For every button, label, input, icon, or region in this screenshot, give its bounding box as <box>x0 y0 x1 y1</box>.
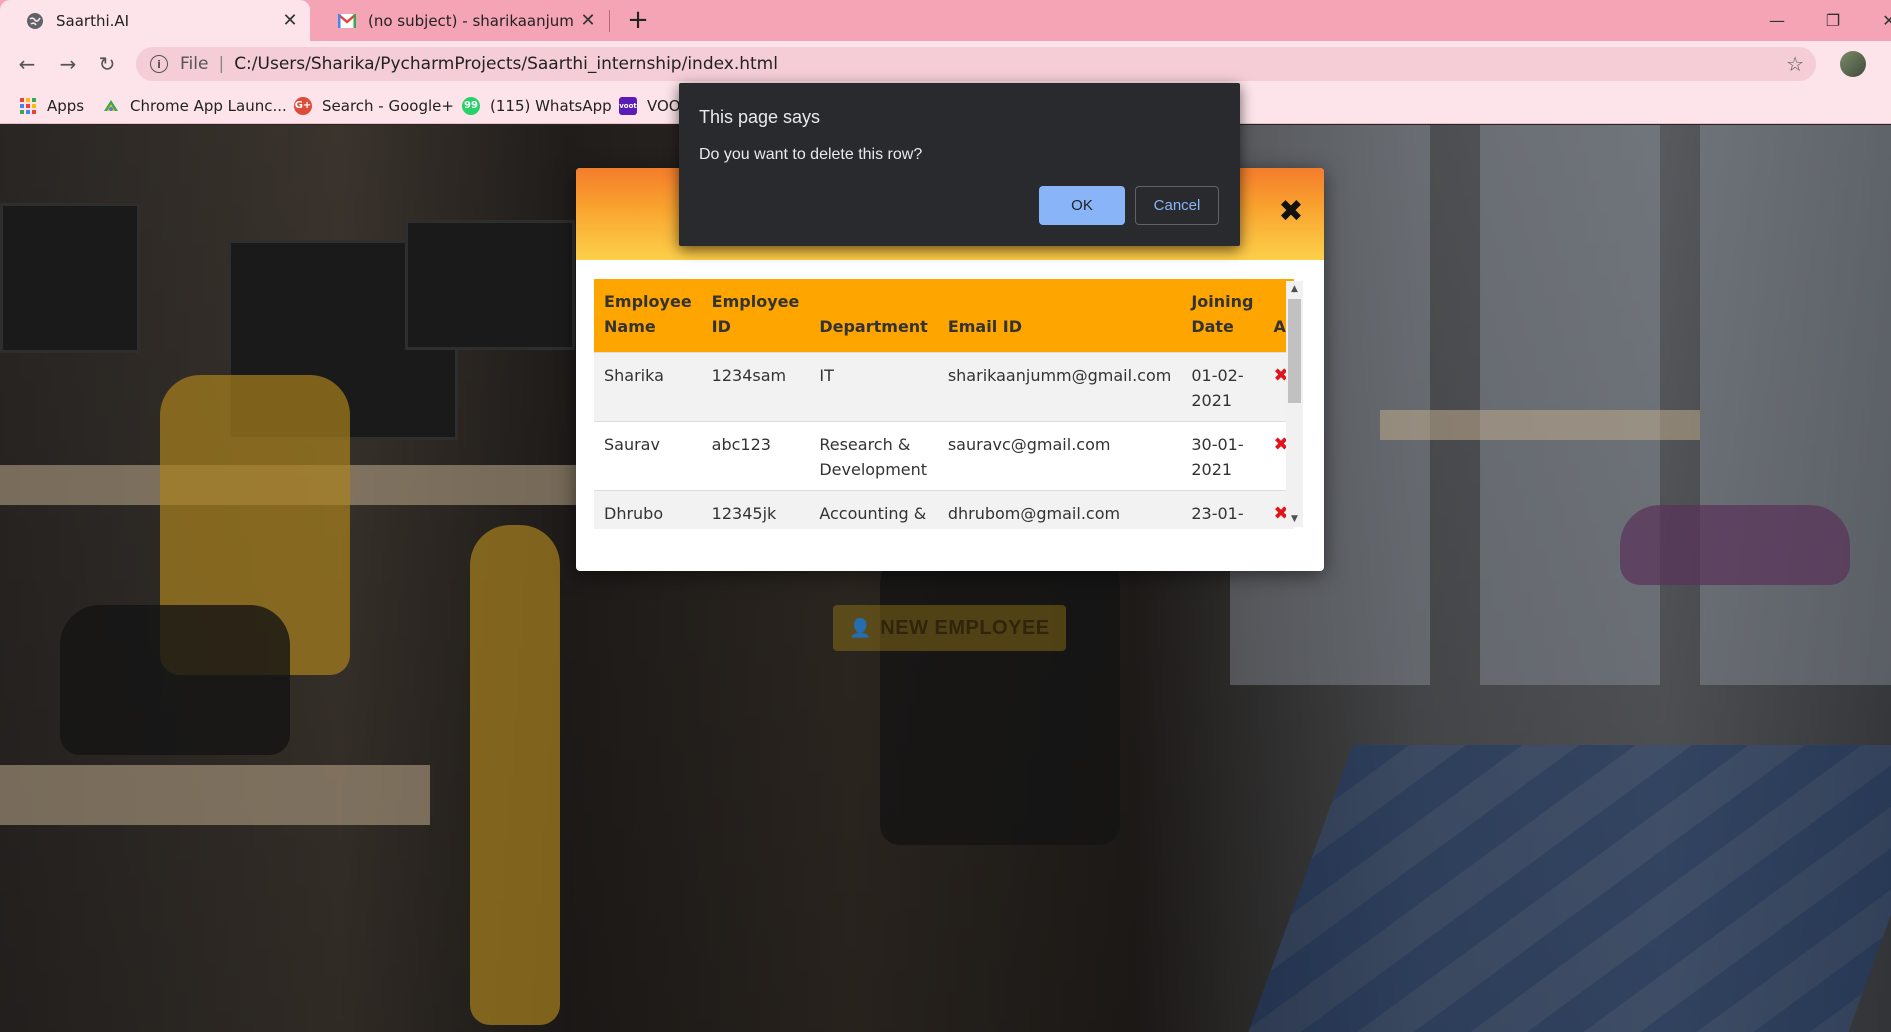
column-header-employee-id: Employee ID <box>701 279 810 353</box>
cell-department: Accounting & <box>809 490 938 529</box>
tab-gmail[interactable]: (no subject) - sharikaanjumm@gmail.com ✕ <box>312 0 608 41</box>
cell-joining-date: 23-01- <box>1181 490 1264 529</box>
add-user-icon: 👤 <box>849 617 873 638</box>
cell-email: sharikaanjumm@gmail.com <box>937 352 1182 422</box>
background-monitor <box>0 203 140 353</box>
forward-arrow-icon[interactable]: → <box>52 48 84 80</box>
scrollbar-thumb[interactable] <box>1288 299 1301 403</box>
background-chair <box>470 525 560 1025</box>
cancel-button[interactable]: Cancel <box>1135 186 1219 225</box>
background-desk <box>0 765 430 825</box>
scroll-down-arrow-icon[interactable]: ▼ <box>1286 511 1303 527</box>
new-tab-button[interactable]: + <box>622 4 654 36</box>
close-tab-icon[interactable]: ✕ <box>276 10 304 31</box>
bookmark-star-icon[interactable]: ☆ <box>1786 52 1804 76</box>
tab-title: Saarthi.AI <box>56 11 130 30</box>
table-row: Dhrubo 12345jk Accounting & dhrubom@gmai… <box>594 490 1294 529</box>
bookmark-label: (115) WhatsApp <box>490 96 612 115</box>
background-chair <box>60 605 290 755</box>
tab-title: (no subject) - sharikaanjumm@gmail.com <box>368 11 574 30</box>
close-tab-icon[interactable]: ✕ <box>574 10 602 31</box>
bookmark-google-plus[interactable]: G+ Search - Google+ <box>294 87 454 124</box>
ok-button[interactable]: OK <box>1039 186 1125 225</box>
url-scheme: File <box>180 54 209 74</box>
column-header-email-id: Email ID <box>937 279 1182 353</box>
column-header-joining-date: Joining Date <box>1181 279 1264 353</box>
cell-employee-id: 1234sam <box>701 352 810 422</box>
background-monitor <box>405 220 575 350</box>
bookmark-label: Chrome App Launc... <box>130 96 287 115</box>
cell-employee-name: Dhrubo <box>594 490 702 529</box>
address-bar[interactable]: i File | C:/Users/Sharika/PycharmProject… <box>136 47 1816 81</box>
employee-table: Employee Name Employee ID Department Email… <box>594 279 1294 529</box>
background-carpet <box>1247 745 1891 1032</box>
confirm-dialog: This page says Do you want to delete thi… <box>679 83 1240 246</box>
info-icon[interactable]: i <box>150 55 168 73</box>
bookmark-chrome-app-launcher[interactable]: Chrome App Launc... <box>102 87 287 124</box>
dialog-message: Do you want to delete this row? <box>699 146 923 163</box>
bookmark-apps[interactable]: Apps <box>19 87 84 124</box>
tab-saarthi[interactable]: Saarthi.AI ✕ <box>0 0 310 41</box>
cell-joining-date: 30-01- 2021 <box>1181 421 1264 491</box>
whatsapp-icon: 99 <box>462 96 480 115</box>
google-plus-icon: G+ <box>294 96 312 115</box>
table-header-row: Employee Name Employee ID Department Email… <box>594 279 1294 353</box>
column-header-employee-name: Employee Name <box>594 279 702 353</box>
dialog-title: This page says <box>699 107 821 127</box>
column-header-department: Department <box>809 279 938 353</box>
background-desk <box>1380 410 1700 440</box>
restore-icon[interactable]: ❐ <box>1805 0 1861 41</box>
reload-icon[interactable]: ↻ <box>91 48 123 80</box>
tab-separator <box>609 10 610 32</box>
voot-icon: voot <box>619 96 637 115</box>
new-employee-label: NEW EMPLOYEE <box>880 616 1050 639</box>
table-scrollbar[interactable]: ▲ ▼ <box>1286 281 1303 527</box>
toolbar: ← → ↻ i File | C:/Users/Sharika/PycharmP… <box>0 41 1891 87</box>
cell-employee-id: abc123 <box>701 421 810 491</box>
cell-email: dhrubom@gmail.com <box>937 490 1182 529</box>
close-icon[interactable]: ✖ <box>1276 194 1306 229</box>
minimize-icon[interactable]: — <box>1749 0 1805 41</box>
background-window <box>1480 125 1660 685</box>
chrome-launcher-icon <box>102 97 120 115</box>
close-window-icon[interactable]: ✕ <box>1861 0 1891 41</box>
back-arrow-icon[interactable]: ← <box>11 48 43 80</box>
tab-strip: Saarthi.AI ✕ (no subject) - sharikaanjum… <box>0 0 1891 41</box>
cell-employee-id: 12345jk <box>701 490 810 529</box>
url-divider: | <box>218 54 225 74</box>
employee-table-container: Employee Name Employee ID Department Email… <box>594 279 1294 529</box>
bookmark-whatsapp[interactable]: 99 (115) WhatsApp <box>462 87 612 124</box>
bookmark-label: Search - Google+ <box>322 96 454 115</box>
profile-avatar[interactable] <box>1840 51 1866 77</box>
cell-employee-name: Sharika <box>594 352 702 422</box>
table-row: Saurav abc123 Research & Development saur… <box>594 421 1294 491</box>
bookmark-label: Apps <box>47 96 85 115</box>
scroll-up-arrow-icon[interactable]: ▲ <box>1286 281 1303 297</box>
background-chair <box>1620 505 1850 585</box>
table-row: Sharika 1234sam IT sharikaanjumm@gmail.c… <box>594 352 1294 422</box>
apps-grid-icon <box>19 97 37 115</box>
cell-employee-name: Saurav <box>594 421 702 491</box>
gmail-icon <box>338 12 356 30</box>
url-text: C:/Users/Sharika/PycharmProjects/Saarthi… <box>234 54 778 74</box>
new-employee-button[interactable]: 👤 NEW EMPLOYEE <box>833 605 1066 651</box>
background-chair <box>880 545 1120 845</box>
globe-icon <box>26 12 44 30</box>
cell-department: IT <box>809 352 938 422</box>
background-window <box>1700 125 1891 685</box>
cell-email: sauravc@gmail.com <box>937 421 1182 491</box>
cell-joining-date: 01-02- 2021 <box>1181 352 1264 422</box>
cell-department: Research & Development <box>809 421 938 491</box>
